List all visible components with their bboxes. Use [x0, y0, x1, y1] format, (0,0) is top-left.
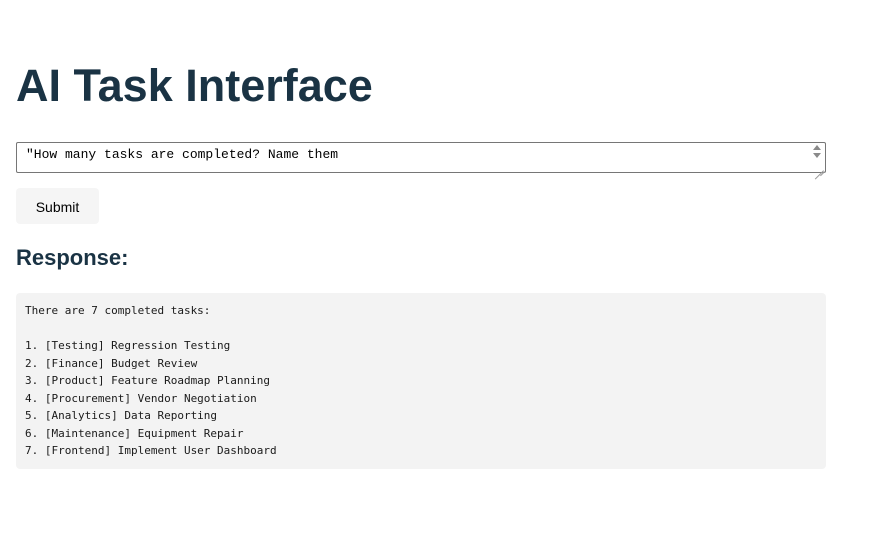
- scroll-down-icon[interactable]: [813, 153, 821, 158]
- list-item: 3. [Product] Feature Roadmap Planning: [25, 374, 271, 387]
- list-item: 4. [Procurement] Vendor Negotiation: [25, 391, 257, 405]
- page: AI Task Interface "How many tasks are co…: [0, 0, 885, 536]
- list-item: 7. [Frontend] Implement User Dashboard: [25, 444, 277, 457]
- resize-handle-icon[interactable]: [814, 161, 824, 171]
- page-title: AI Task Interface: [16, 60, 373, 111]
- list-item: 6. [Maintenance] Equipment Repair: [25, 426, 244, 440]
- response-blank-line: [25, 320, 817, 338]
- submit-button[interactable]: Submit: [16, 188, 99, 224]
- list-item: 2. [Finance] Budget Review: [25, 356, 198, 370]
- scroll-arrows[interactable]: [812, 144, 822, 160]
- query-textarea[interactable]: "How many tasks are completed? Name them: [16, 142, 826, 173]
- scroll-up-icon[interactable]: [813, 145, 821, 150]
- list-item: 1. [Testing] Regression Testing: [25, 339, 231, 352]
- query-text: "How many tasks are completed? Name them: [26, 147, 339, 162]
- list-item: 5. [Analytics] Data Reporting: [25, 409, 218, 422]
- response-output: There are 7 completed tasks: 1. [Testing…: [16, 293, 826, 469]
- response-intro: There are 7 completed tasks:: [25, 304, 211, 317]
- response-heading: Response:: [16, 245, 129, 270]
